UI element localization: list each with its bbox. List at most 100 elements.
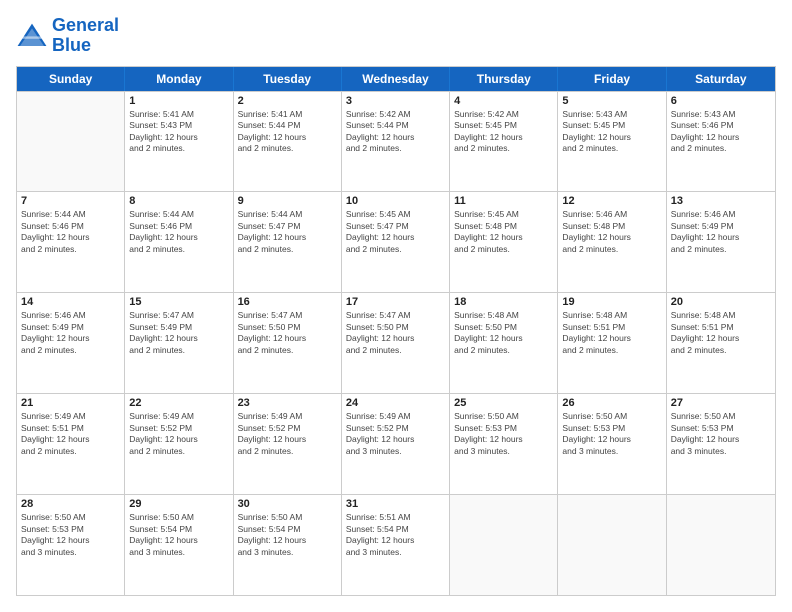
day-number: 23 <box>238 397 337 409</box>
calendar-body: 1Sunrise: 5:41 AMSunset: 5:43 PMDaylight… <box>17 91 775 595</box>
calendar: SundayMondayTuesdayWednesdayThursdayFrid… <box>16 66 776 596</box>
cell-info-line: and 2 minutes. <box>129 143 228 154</box>
cell-info-line: Daylight: 12 hours <box>671 333 771 344</box>
cell-info-line: Sunrise: 5:43 AM <box>671 109 771 120</box>
cell-info-line: Sunrise: 5:41 AM <box>129 109 228 120</box>
cell-info-line: and 2 minutes. <box>129 446 228 457</box>
cell-info-line: Sunrise: 5:44 AM <box>21 209 120 220</box>
cell-info-line: Sunrise: 5:49 AM <box>129 411 228 422</box>
cell-info-line: and 2 minutes. <box>238 446 337 457</box>
day-number: 7 <box>21 195 120 207</box>
day-number: 26 <box>562 397 661 409</box>
cell-info-line: Sunset: 5:47 PM <box>238 221 337 232</box>
cell-info-line: and 2 minutes. <box>238 244 337 255</box>
weekday-header-friday: Friday <box>558 67 666 91</box>
day-cell-5: 5Sunrise: 5:43 AMSunset: 5:45 PMDaylight… <box>558 92 666 192</box>
cell-info-line: and 2 minutes. <box>562 143 661 154</box>
day-number: 8 <box>129 195 228 207</box>
cell-info-line: Sunset: 5:46 PM <box>129 221 228 232</box>
cell-info-line: Sunset: 5:54 PM <box>129 524 228 535</box>
cell-info-line: and 2 minutes. <box>238 143 337 154</box>
day-number: 14 <box>21 296 120 308</box>
cell-info-line: Sunset: 5:45 PM <box>454 120 553 131</box>
cell-info-line: Sunrise: 5:46 AM <box>21 310 120 321</box>
cell-info-line: and 2 minutes. <box>129 244 228 255</box>
cell-info-line: Sunset: 5:52 PM <box>129 423 228 434</box>
cell-info-line: Sunrise: 5:44 AM <box>129 209 228 220</box>
cell-info-line: Daylight: 12 hours <box>238 333 337 344</box>
cell-info-line: Daylight: 12 hours <box>346 434 445 445</box>
day-number: 4 <box>454 95 553 107</box>
cell-info-line: and 2 minutes. <box>562 244 661 255</box>
calendar-row-3: 14Sunrise: 5:46 AMSunset: 5:49 PMDayligh… <box>17 292 775 393</box>
cell-info-line: Sunset: 5:44 PM <box>346 120 445 131</box>
cell-info-line: Sunrise: 5:48 AM <box>454 310 553 321</box>
empty-cell-4-6 <box>667 495 775 595</box>
cell-info-line: Sunrise: 5:47 AM <box>238 310 337 321</box>
day-number: 11 <box>454 195 553 207</box>
day-number: 6 <box>671 95 771 107</box>
day-number: 24 <box>346 397 445 409</box>
cell-info-line: Sunset: 5:52 PM <box>238 423 337 434</box>
cell-info-line: Daylight: 12 hours <box>129 333 228 344</box>
day-number: 1 <box>129 95 228 107</box>
day-cell-1: 1Sunrise: 5:41 AMSunset: 5:43 PMDaylight… <box>125 92 233 192</box>
cell-info-line: and 3 minutes. <box>238 547 337 558</box>
cell-info-line: Sunrise: 5:46 AM <box>671 209 771 220</box>
cell-info-line: and 2 minutes. <box>21 345 120 356</box>
day-number: 10 <box>346 195 445 207</box>
cell-info-line: Daylight: 12 hours <box>562 434 661 445</box>
empty-cell-4-5 <box>558 495 666 595</box>
day-number: 25 <box>454 397 553 409</box>
day-cell-12: 12Sunrise: 5:46 AMSunset: 5:48 PMDayligh… <box>558 192 666 292</box>
day-number: 2 <box>238 95 337 107</box>
cell-info-line: and 2 minutes. <box>346 244 445 255</box>
day-cell-22: 22Sunrise: 5:49 AMSunset: 5:52 PMDayligh… <box>125 394 233 494</box>
cell-info-line: Sunset: 5:54 PM <box>238 524 337 535</box>
day-cell-8: 8Sunrise: 5:44 AMSunset: 5:46 PMDaylight… <box>125 192 233 292</box>
cell-info-line: and 2 minutes. <box>346 345 445 356</box>
page: General Blue SundayMondayTuesdayWednesda… <box>0 0 792 612</box>
cell-info-line: Sunrise: 5:42 AM <box>346 109 445 120</box>
cell-info-line: Sunrise: 5:43 AM <box>562 109 661 120</box>
cell-info-line: Sunset: 5:49 PM <box>129 322 228 333</box>
day-cell-11: 11Sunrise: 5:45 AMSunset: 5:48 PMDayligh… <box>450 192 558 292</box>
cell-info-line: Sunset: 5:48 PM <box>562 221 661 232</box>
day-cell-16: 16Sunrise: 5:47 AMSunset: 5:50 PMDayligh… <box>234 293 342 393</box>
cell-info-line: Sunset: 5:50 PM <box>238 322 337 333</box>
day-number: 27 <box>671 397 771 409</box>
cell-info-line: Sunrise: 5:42 AM <box>454 109 553 120</box>
cell-info-line: and 2 minutes. <box>346 143 445 154</box>
cell-info-line: Sunset: 5:51 PM <box>671 322 771 333</box>
calendar-header: SundayMondayTuesdayWednesdayThursdayFrid… <box>17 67 775 91</box>
day-cell-4: 4Sunrise: 5:42 AMSunset: 5:45 PMDaylight… <box>450 92 558 192</box>
day-number: 3 <box>346 95 445 107</box>
day-cell-30: 30Sunrise: 5:50 AMSunset: 5:54 PMDayligh… <box>234 495 342 595</box>
cell-info-line: Sunset: 5:48 PM <box>454 221 553 232</box>
cell-info-line: and 2 minutes. <box>562 345 661 356</box>
cell-info-line: Sunrise: 5:48 AM <box>671 310 771 321</box>
calendar-row-4: 21Sunrise: 5:49 AMSunset: 5:51 PMDayligh… <box>17 393 775 494</box>
weekday-header-thursday: Thursday <box>450 67 558 91</box>
cell-info-line: and 2 minutes. <box>671 345 771 356</box>
cell-info-line: and 2 minutes. <box>671 143 771 154</box>
day-number: 21 <box>21 397 120 409</box>
cell-info-line: Daylight: 12 hours <box>346 333 445 344</box>
cell-info-line: Sunset: 5:46 PM <box>671 120 771 131</box>
day-cell-10: 10Sunrise: 5:45 AMSunset: 5:47 PMDayligh… <box>342 192 450 292</box>
cell-info-line: Daylight: 12 hours <box>454 232 553 243</box>
cell-info-line: Daylight: 12 hours <box>21 434 120 445</box>
cell-info-line: Daylight: 12 hours <box>238 232 337 243</box>
day-cell-21: 21Sunrise: 5:49 AMSunset: 5:51 PMDayligh… <box>17 394 125 494</box>
day-cell-24: 24Sunrise: 5:49 AMSunset: 5:52 PMDayligh… <box>342 394 450 494</box>
cell-info-line: and 3 minutes. <box>21 547 120 558</box>
day-cell-19: 19Sunrise: 5:48 AMSunset: 5:51 PMDayligh… <box>558 293 666 393</box>
cell-info-line: Daylight: 12 hours <box>129 434 228 445</box>
cell-info-line: Sunrise: 5:44 AM <box>238 209 337 220</box>
cell-info-line: Sunset: 5:54 PM <box>346 524 445 535</box>
day-number: 18 <box>454 296 553 308</box>
cell-info-line: Daylight: 12 hours <box>454 333 553 344</box>
cell-info-line: Sunset: 5:46 PM <box>21 221 120 232</box>
cell-info-line: Sunset: 5:50 PM <box>454 322 553 333</box>
cell-info-line: Sunrise: 5:46 AM <box>562 209 661 220</box>
